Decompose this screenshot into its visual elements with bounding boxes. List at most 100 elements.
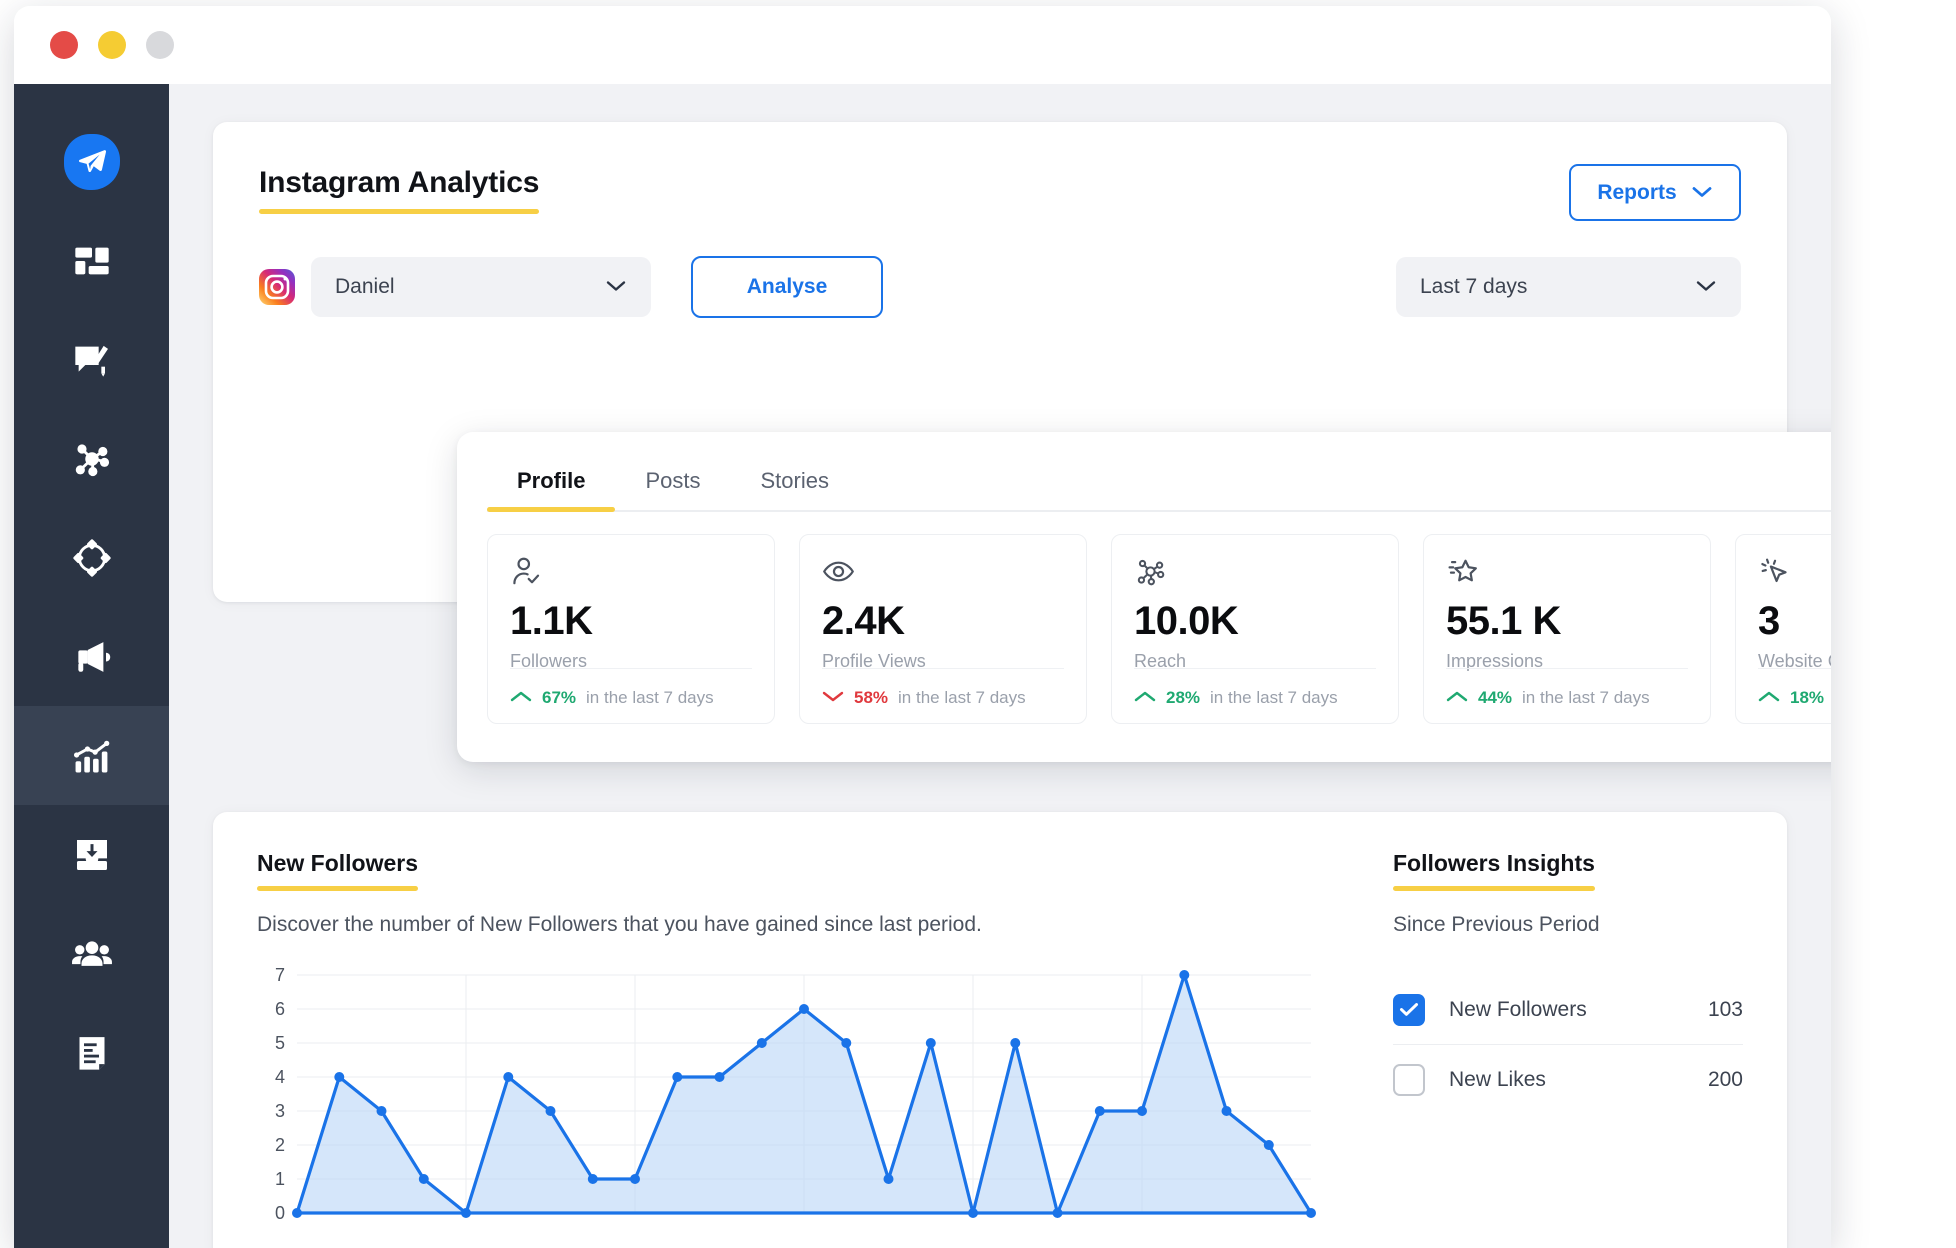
network-nodes-icon <box>1134 555 1376 589</box>
sidebar-item-messages[interactable] <box>14 310 169 409</box>
followers-insights-title: Followers Insights <box>1393 850 1595 877</box>
checkbox-new-followers[interactable] <box>1393 994 1425 1026</box>
people-group-icon <box>71 933 113 975</box>
browser-window: Instagram Analytics Reports <box>14 6 1831 1248</box>
screenshot-root: Instagram Analytics Reports <box>0 0 1956 1248</box>
new-followers-chart-section: New Followers Discover the number of New… <box>257 850 1347 1224</box>
metrics-tabs: Profile Posts Stories <box>487 458 1831 512</box>
document-lines-icon <box>72 1033 112 1073</box>
metric-delta-suffix: in the last 7 days <box>898 688 1026 708</box>
followers-insights-underline <box>1393 886 1595 891</box>
metric-value: 1.1K <box>510 601 752 641</box>
svg-text:0: 0 <box>275 1203 285 1223</box>
metric-delta-value: 67% <box>542 688 576 708</box>
metric-card-profile-views: 2.4K Profile Views 58% in the last 7 day… <box>799 534 1087 724</box>
insight-value: 103 <box>1708 998 1743 1022</box>
tab-posts[interactable]: Posts <box>615 458 730 510</box>
analyse-button[interactable]: Analyse <box>691 256 883 318</box>
metric-delta-value: 58% <box>854 688 888 708</box>
inbox-download-icon <box>72 835 112 875</box>
sidebar-item-campaigns[interactable] <box>14 607 169 706</box>
svg-text:6: 6 <box>275 999 285 1019</box>
area-chart: 01234567 <box>257 967 1317 1235</box>
megaphone-icon <box>71 636 113 678</box>
new-followers-underline <box>257 886 418 891</box>
svg-text:2: 2 <box>275 1135 285 1155</box>
left-sidebar <box>14 84 169 1248</box>
insight-value: 200 <box>1708 1068 1743 1092</box>
cursor-click-icon <box>1758 555 1831 589</box>
window-titlebar <box>14 6 1831 84</box>
checkbox-new-likes[interactable] <box>1393 1064 1425 1096</box>
tab-profile[interactable]: Profile <box>487 458 615 510</box>
page-title-underline <box>259 209 539 214</box>
tab-stories[interactable]: Stories <box>731 458 859 510</box>
new-followers-card: New Followers Discover the number of New… <box>213 812 1787 1248</box>
sidebar-item-inbox[interactable] <box>14 805 169 904</box>
metric-delta: 67% in the last 7 days <box>510 688 714 708</box>
insight-row-new-followers[interactable]: New Followers 103 <box>1393 975 1743 1045</box>
maximize-window-button[interactable] <box>146 31 174 59</box>
metric-divider <box>1758 668 1831 669</box>
trend-up-icon <box>1446 688 1468 708</box>
instagram-icon <box>259 269 295 305</box>
metric-delta-value: 18% <box>1790 688 1824 708</box>
close-window-button[interactable] <box>50 31 78 59</box>
reports-button-label: Reports <box>1597 181 1676 205</box>
new-followers-title: New Followers <box>257 850 418 877</box>
metrics-panel: Profile Posts Stories 1.1K Followers <box>457 432 1831 762</box>
metric-delta: 58% in the last 7 days <box>822 688 1026 708</box>
dashboard-grid-icon <box>72 241 112 281</box>
chevron-down-icon <box>1691 181 1713 205</box>
reports-button[interactable]: Reports <box>1569 164 1741 221</box>
trend-up-icon <box>1758 688 1780 708</box>
metric-card-followers: 1.1K Followers 67% in the last 7 days <box>487 534 775 724</box>
date-range-select[interactable]: Last 7 days <box>1396 257 1741 317</box>
metric-card-grid: 1.1K Followers 67% in the last 7 days <box>487 534 1831 724</box>
svg-text:3: 3 <box>275 1101 285 1121</box>
metric-delta: 44% in the last 7 days <box>1446 688 1650 708</box>
metric-value: 3 <box>1758 601 1831 641</box>
trend-up-icon <box>1134 688 1156 708</box>
metric-divider <box>1446 668 1688 669</box>
network-nodes-icon <box>72 439 112 479</box>
metric-delta-suffix: in the last 7 days <box>1522 688 1650 708</box>
bar-chart-trend-icon <box>71 735 113 777</box>
account-select[interactable]: Daniel <box>311 257 651 317</box>
metric-card-impressions: 55.1 K Impressions 44% in the last 7 day… <box>1423 534 1711 724</box>
sidebar-item-network[interactable] <box>14 409 169 508</box>
paper-plane-icon <box>64 134 120 190</box>
trend-up-icon <box>510 688 532 708</box>
metric-card-website-clicks: 3 Website Clicks 18% in the last 7 days <box>1735 534 1831 724</box>
account-select-value: Daniel <box>335 275 395 299</box>
comment-edit-icon <box>72 340 112 380</box>
page-title-group: Instagram Analytics <box>259 166 539 214</box>
svg-text:1: 1 <box>275 1169 285 1189</box>
sidebar-item-team[interactable] <box>14 904 169 1003</box>
user-check-icon <box>510 555 752 589</box>
metric-divider <box>1134 668 1376 669</box>
sidebar-item-analytics[interactable] <box>14 706 169 805</box>
sidebar-item-automation[interactable] <box>14 508 169 607</box>
date-range-value: Last 7 days <box>1420 275 1527 299</box>
sidebar-item-dashboard[interactable] <box>14 211 169 310</box>
metric-delta: 28% in the last 7 days <box>1134 688 1338 708</box>
metric-delta-value: 28% <box>1166 688 1200 708</box>
metric-divider <box>822 668 1064 669</box>
chevron-down-icon <box>605 275 627 299</box>
minimize-window-button[interactable] <box>98 31 126 59</box>
page-title: Instagram Analytics <box>259 166 539 200</box>
insight-row-new-likes[interactable]: New Likes 200 <box>1393 1045 1743 1115</box>
new-followers-title-group: New Followers <box>257 850 418 891</box>
analytics-controls-row: Daniel Analyse Last 7 days <box>259 256 1741 318</box>
insight-label: New Likes <box>1449 1068 1546 1092</box>
sidebar-item-logo[interactable] <box>14 112 169 211</box>
metric-delta: 18% in the last 7 days <box>1758 688 1831 708</box>
sparkle-star-icon <box>1446 555 1688 589</box>
metric-delta-suffix: in the last 7 days <box>586 688 714 708</box>
metric-value: 55.1 K <box>1446 601 1688 641</box>
main-content: Instagram Analytics Reports <box>169 84 1831 1248</box>
sidebar-item-reports[interactable] <box>14 1003 169 1102</box>
metric-divider <box>510 668 752 669</box>
metric-delta-value: 44% <box>1478 688 1512 708</box>
